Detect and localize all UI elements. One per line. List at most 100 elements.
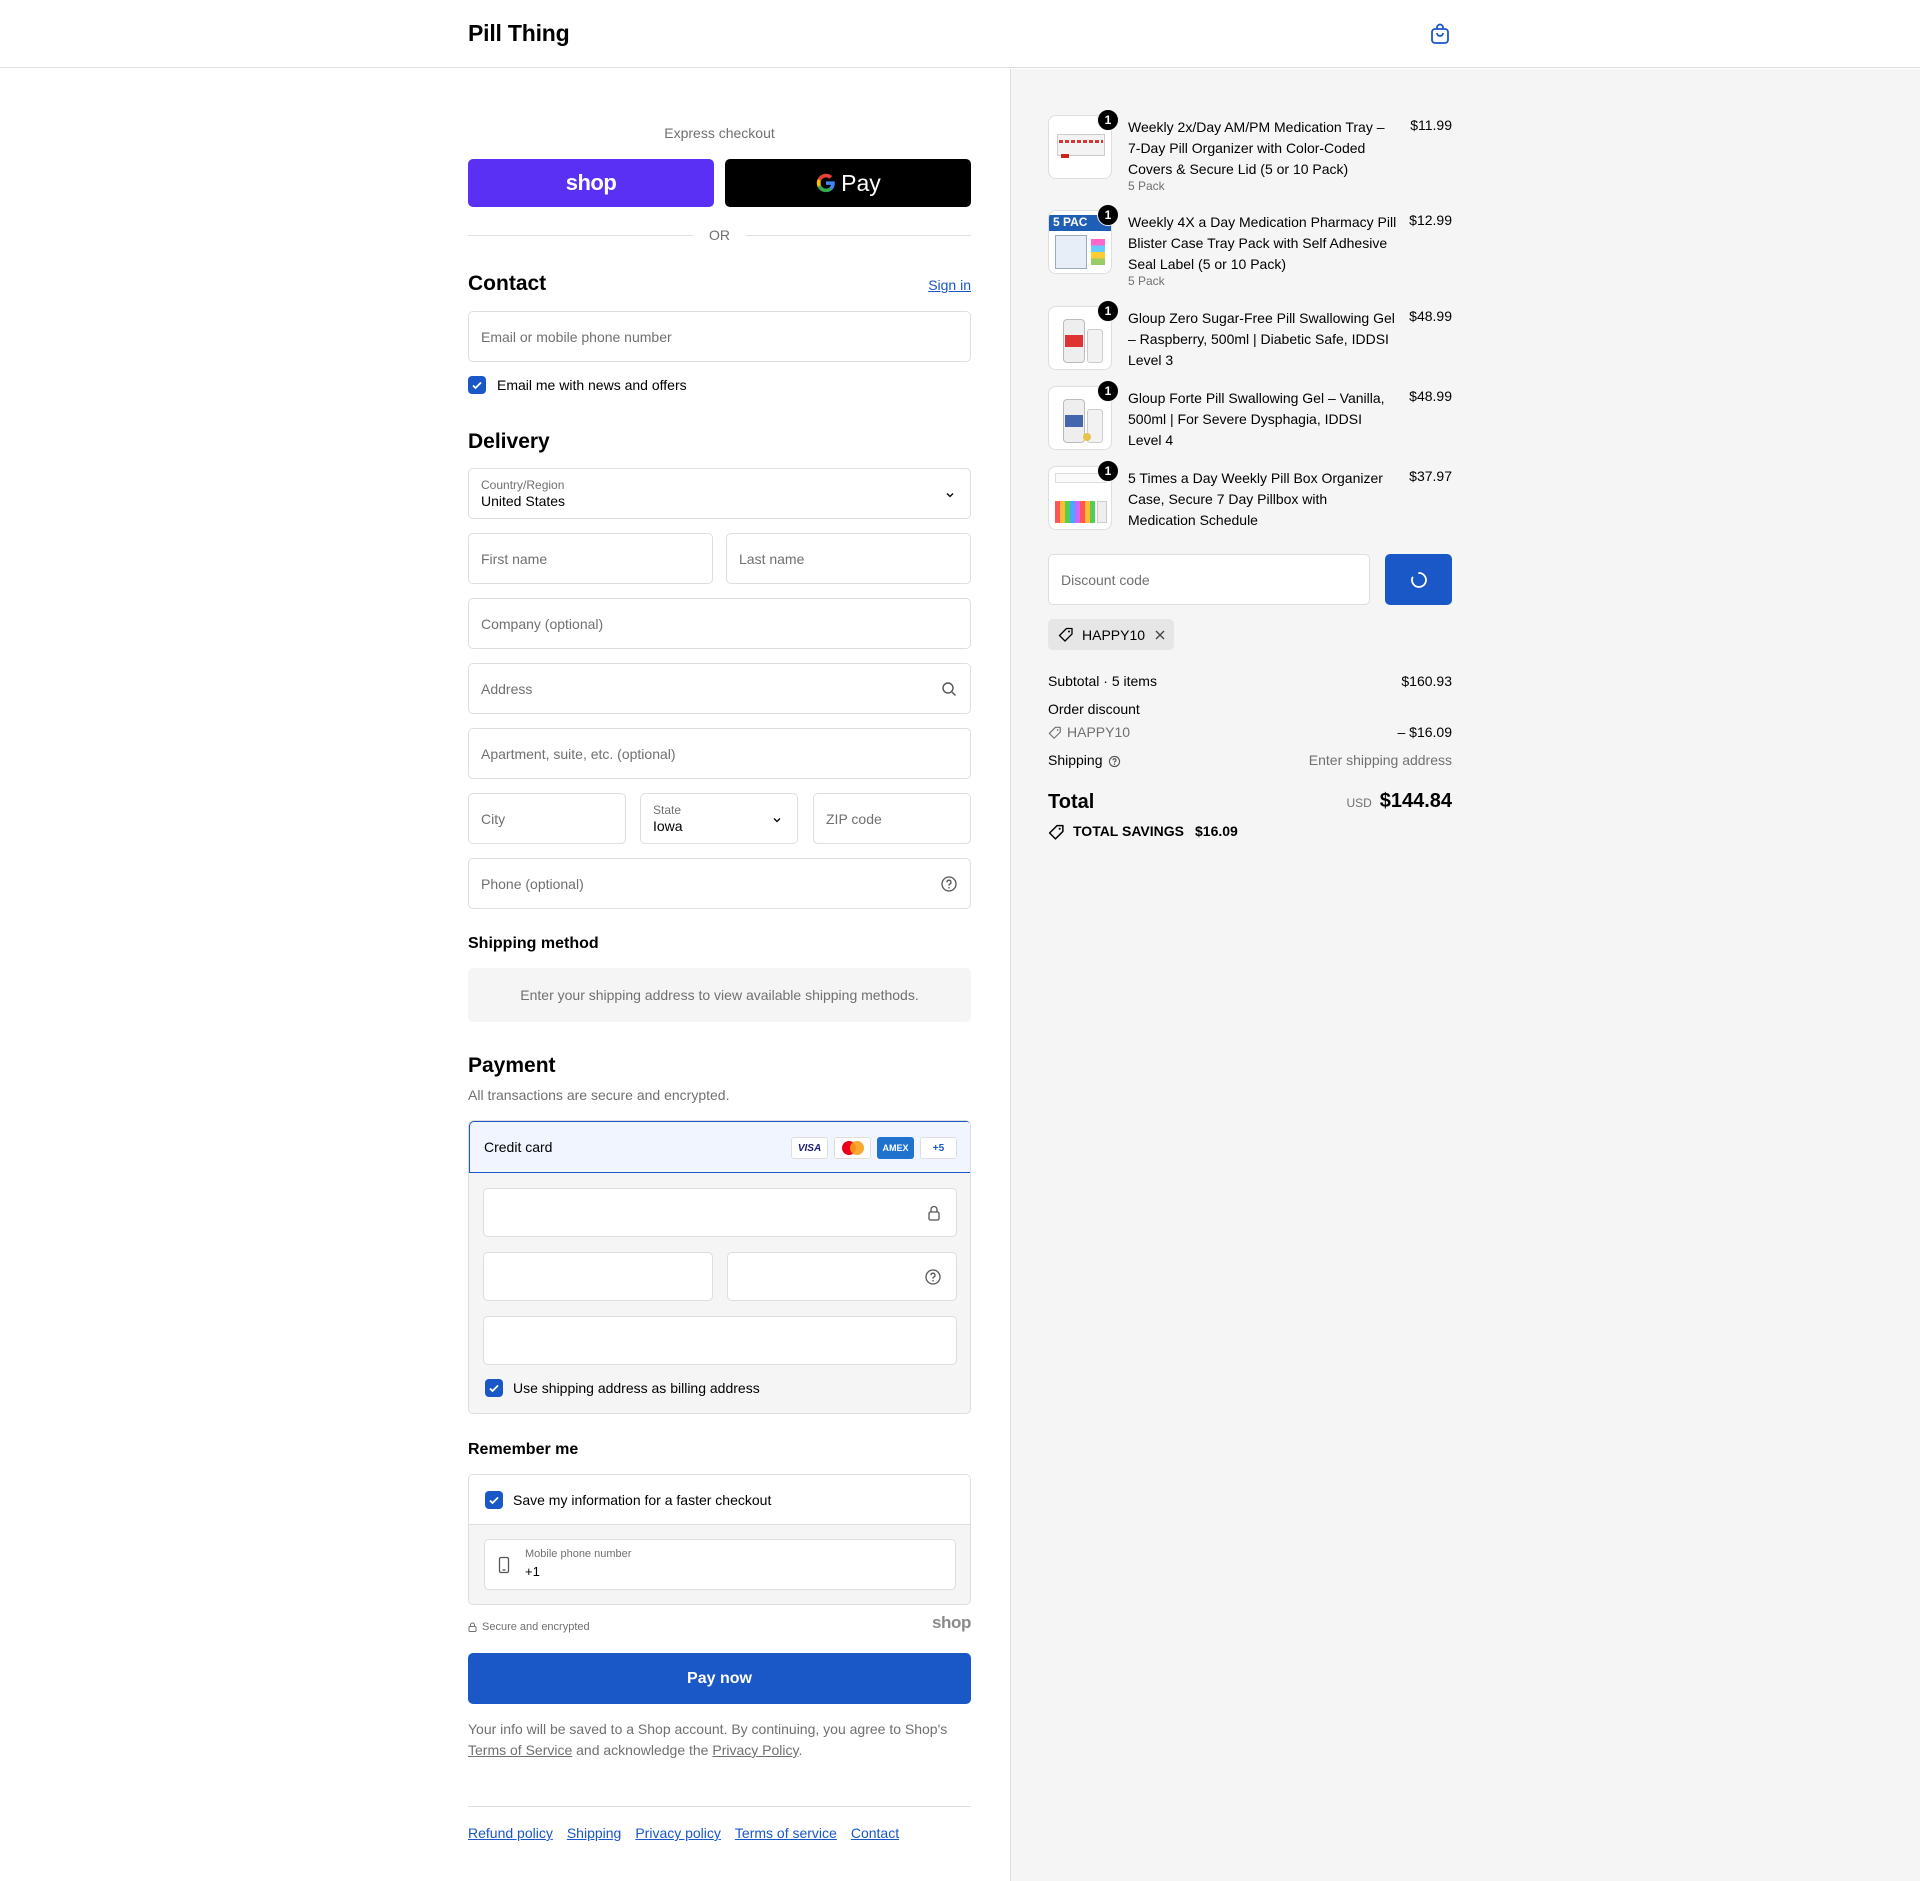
discount-code-field[interactable]: Discount code bbox=[1048, 554, 1370, 605]
payment-title: Payment bbox=[468, 1054, 556, 1077]
email-field[interactable]: Email or mobile phone number bbox=[468, 311, 971, 362]
city-field[interactable]: City bbox=[468, 793, 626, 844]
privacy-policy-link[interactable]: Privacy policy bbox=[635, 1825, 721, 1841]
mobile-phone-field[interactable]: Mobile phone number +1 bbox=[484, 1539, 956, 1590]
item-price: $12.99 bbox=[1409, 212, 1452, 228]
store-logo[interactable]: Pill Thing bbox=[468, 20, 570, 47]
state-label: State bbox=[653, 803, 682, 817]
card-number-field[interactable] bbox=[483, 1188, 957, 1237]
apply-discount-button[interactable] bbox=[1385, 554, 1452, 605]
close-icon[interactable] bbox=[1154, 629, 1166, 641]
shipping-policy-link[interactable]: Shipping bbox=[567, 1825, 622, 1841]
contact-link[interactable]: Contact bbox=[851, 1825, 899, 1841]
save-info-row: Save my information for a faster checkou… bbox=[469, 1475, 970, 1525]
legal-notice: Your info will be saved to a Shop accoun… bbox=[468, 1719, 971, 1761]
credit-card-panel: Credit card VISA AMEX +5 Use shipping ad… bbox=[468, 1120, 971, 1414]
item-price: $11.99 bbox=[1410, 117, 1452, 133]
item-title: Gloup Forte Pill Swallowing Gel – Vanill… bbox=[1128, 390, 1385, 448]
zip-placeholder: ZIP code bbox=[826, 810, 882, 827]
shipping-value: Enter shipping address bbox=[1308, 752, 1452, 768]
terms-of-service-link[interactable]: Terms of service bbox=[735, 1825, 837, 1841]
country-select[interactable]: Country/Region United States bbox=[468, 468, 971, 519]
help-circle-icon[interactable] bbox=[924, 1268, 942, 1286]
shipping-method-title: Shipping method bbox=[468, 935, 599, 952]
item-price: $37.97 bbox=[1409, 468, 1452, 484]
shipping-label: Shipping bbox=[1048, 752, 1103, 768]
zip-field[interactable]: ZIP code bbox=[813, 793, 971, 844]
item-title: Weekly 2x/Day AM/PM Medication Tray – 7-… bbox=[1128, 119, 1385, 177]
pay-now-button[interactable]: Pay now bbox=[468, 1653, 971, 1704]
amex-icon: AMEX bbox=[877, 1137, 914, 1159]
shop-privacy-link[interactable]: Privacy Policy bbox=[712, 1742, 798, 1758]
delivery-title: Delivery bbox=[468, 430, 550, 453]
discount-code-label: HAPPY10 bbox=[1067, 724, 1131, 740]
footer-divider bbox=[468, 1806, 971, 1807]
newsletter-checkbox[interactable] bbox=[468, 376, 486, 394]
pay-now-label: Pay now bbox=[687, 1669, 752, 1687]
tag-icon bbox=[1048, 726, 1061, 739]
checkmark-icon bbox=[489, 1384, 499, 1393]
quantity-badge: 1 bbox=[1097, 380, 1119, 402]
item-variant: 5 Pack bbox=[1128, 274, 1165, 288]
google-g-icon bbox=[816, 173, 835, 193]
total-row: Total USD $144.84 bbox=[1048, 790, 1452, 817]
chevron-down-icon bbox=[946, 493, 954, 498]
company-field[interactable]: Company (optional) bbox=[468, 598, 971, 649]
name-on-card-field[interactable] bbox=[483, 1316, 957, 1365]
item-title: 5 Times a Day Weekly Pill Box Organizer … bbox=[1128, 470, 1383, 528]
country-label: Country/Region bbox=[481, 478, 565, 492]
header: Pill Thing bbox=[0, 0, 1920, 68]
company-placeholder: Company (optional) bbox=[481, 615, 604, 632]
legal-prefix: Your info will be saved to a Shop accoun… bbox=[468, 1721, 948, 1737]
security-code-field[interactable] bbox=[727, 1252, 957, 1301]
shipping-row: Shipping Enter shipping address bbox=[1048, 752, 1452, 768]
total-value: $144.84 bbox=[1379, 790, 1452, 812]
mobile-phone-icon bbox=[498, 1556, 510, 1574]
sign-in-link[interactable]: Sign in bbox=[928, 277, 971, 293]
phone-field[interactable]: Phone (optional) bbox=[468, 858, 971, 909]
billing-address-checkbox[interactable] bbox=[485, 1379, 503, 1397]
shopping-bag-icon[interactable] bbox=[1428, 22, 1452, 46]
refund-policy-link[interactable]: Refund policy bbox=[468, 1825, 553, 1841]
subtotal-label: Subtotal · 5 items bbox=[1048, 673, 1157, 689]
total-label: Total bbox=[1048, 791, 1095, 813]
help-circle-icon[interactable] bbox=[1108, 755, 1121, 768]
google-pay-button[interactable]: Pay bbox=[725, 159, 971, 207]
expiration-date-field[interactable] bbox=[483, 1252, 713, 1301]
last-name-field[interactable]: Last name bbox=[726, 533, 971, 584]
item-title: Weekly 4X a Day Medication Pharmacy Pill… bbox=[1128, 214, 1397, 272]
state-select[interactable]: State Iowa bbox=[640, 793, 798, 844]
shipping-method-notice: Enter your shipping address to view avai… bbox=[468, 968, 971, 1022]
visa-icon: VISA bbox=[791, 1137, 828, 1159]
discount-code-placeholder: Discount code bbox=[1061, 571, 1150, 588]
shop-terms-link[interactable]: Terms of Service bbox=[468, 1742, 572, 1758]
express-checkout-title: Express checkout bbox=[664, 125, 775, 141]
footer-links: Refund policy Shipping Privacy policy Te… bbox=[468, 1825, 899, 1841]
checkmark-icon bbox=[489, 1496, 499, 1505]
state-value: Iowa bbox=[653, 818, 683, 834]
chevron-down-icon bbox=[773, 818, 781, 823]
email-placeholder: Email or mobile phone number bbox=[481, 328, 672, 345]
payment-subtitle: All transactions are secure and encrypte… bbox=[468, 1087, 730, 1103]
city-placeholder: City bbox=[481, 810, 506, 827]
first-name-field[interactable]: First name bbox=[468, 533, 713, 584]
applied-discount-chip: HAPPY10 bbox=[1048, 619, 1174, 650]
credit-card-option[interactable]: Credit card VISA AMEX +5 bbox=[469, 1121, 970, 1173]
quantity-badge: 1 bbox=[1097, 460, 1119, 482]
remember-me-panel: Save my information for a faster checkou… bbox=[468, 1474, 971, 1605]
quantity-badge: 1 bbox=[1097, 109, 1119, 131]
or-divider: OR bbox=[468, 225, 971, 245]
quantity-badge: 1 bbox=[1097, 300, 1119, 322]
currency-code: USD bbox=[1346, 796, 1372, 810]
google-pay-label: Pay bbox=[841, 169, 881, 196]
total-savings-value: $16.09 bbox=[1195, 823, 1238, 839]
address-field[interactable]: Address bbox=[468, 663, 971, 714]
help-circle-icon[interactable] bbox=[940, 875, 958, 893]
legal-middle: and acknowledge the bbox=[576, 1742, 709, 1758]
save-info-checkbox[interactable] bbox=[485, 1491, 503, 1509]
phone-placeholder: Phone (optional) bbox=[481, 875, 584, 892]
subtotal-value: $160.93 bbox=[1401, 673, 1452, 689]
apartment-field[interactable]: Apartment, suite, etc. (optional) bbox=[468, 728, 971, 779]
shop-pay-button[interactable]: shop bbox=[468, 159, 714, 207]
mobile-phone-label: Mobile phone number bbox=[525, 1548, 632, 1560]
